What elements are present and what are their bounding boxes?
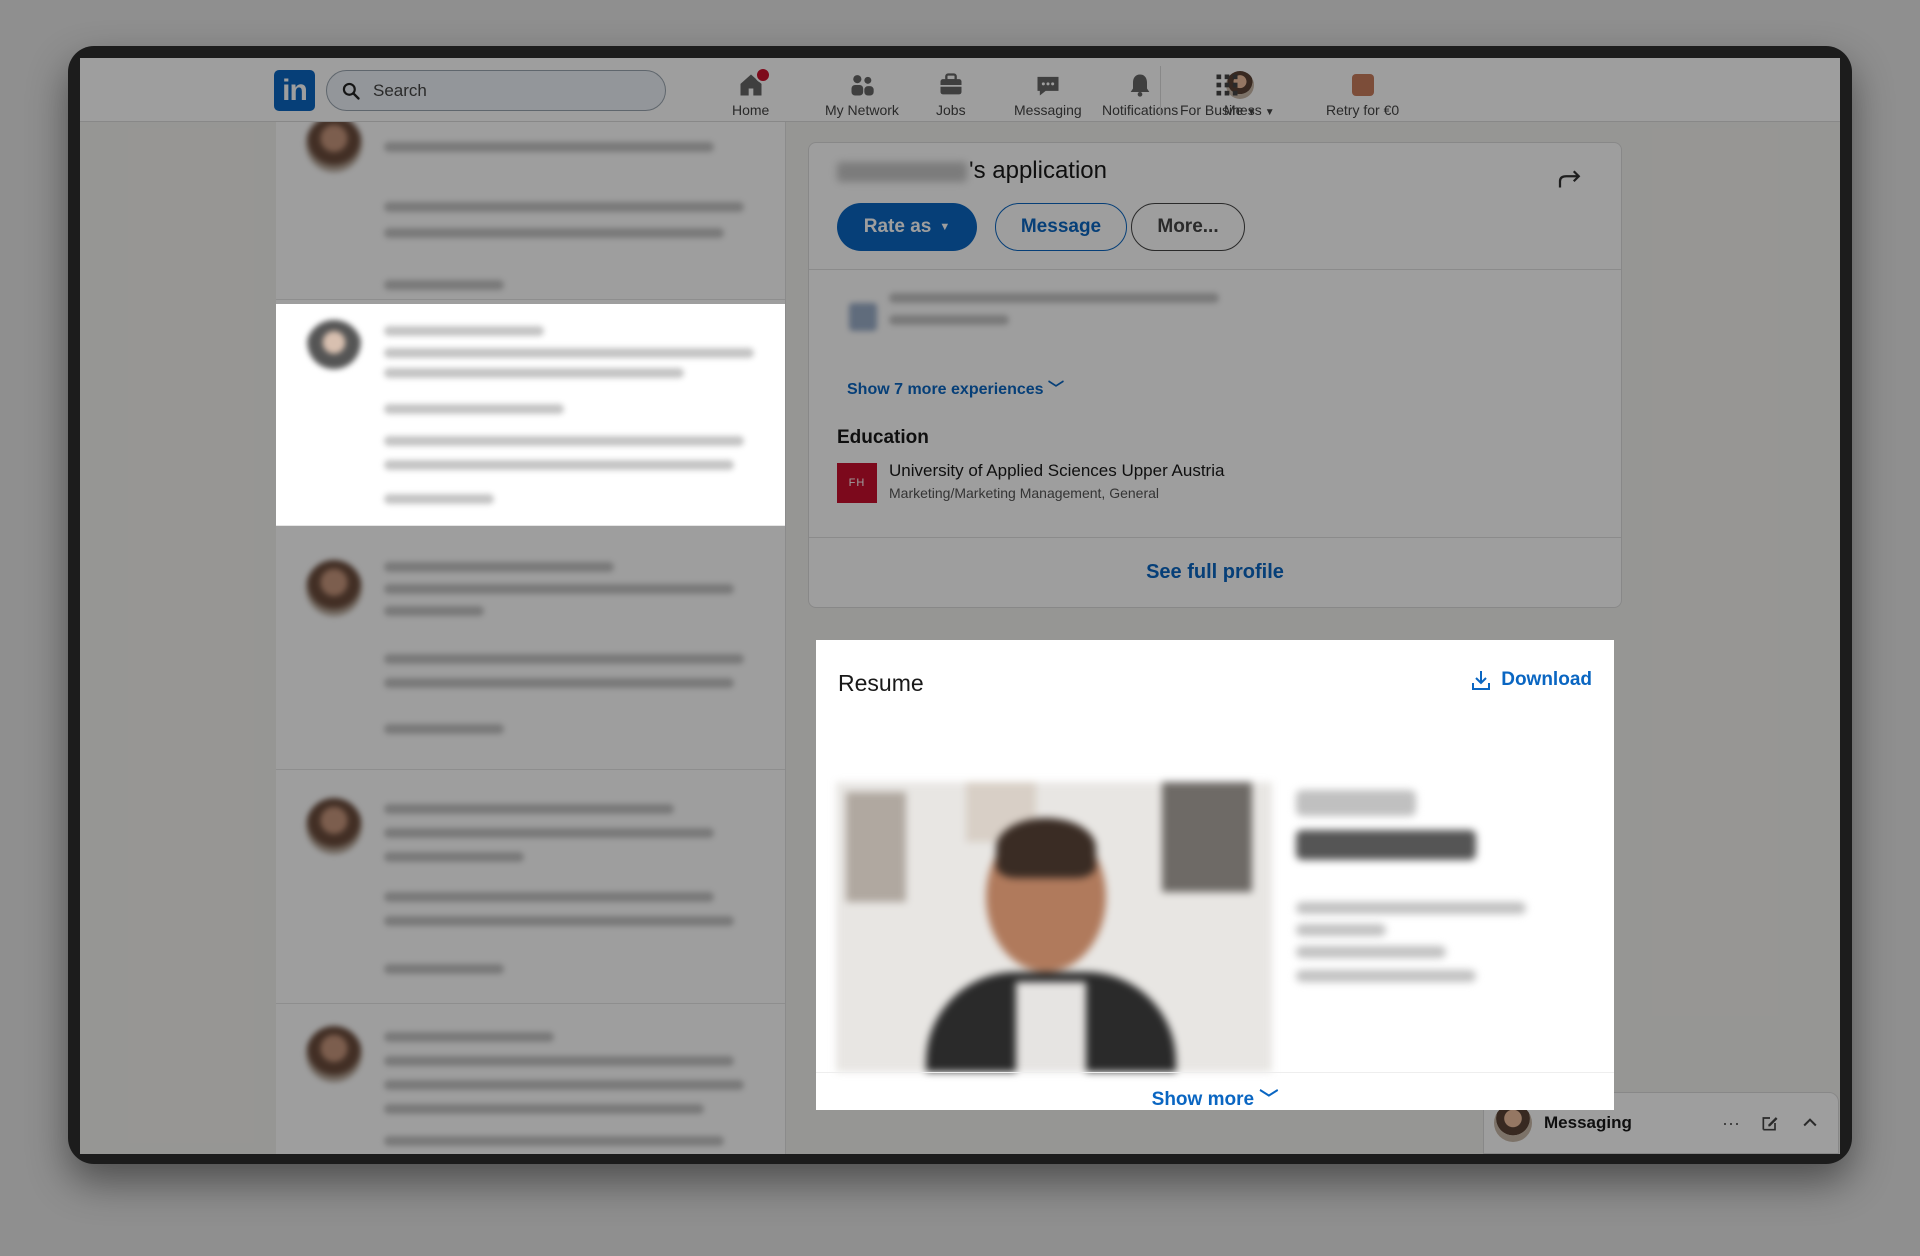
avatar [306, 1026, 362, 1082]
search-input[interactable]: Search [326, 70, 666, 111]
candidate-list [276, 122, 786, 1154]
compose-icon[interactable] [1760, 1113, 1780, 1133]
share-icon[interactable] [1555, 165, 1585, 195]
browser-screen: in Search Home My Network Jobs Messaging… [80, 58, 1840, 1154]
rate-as-label: Rate as [863, 216, 932, 237]
search-icon [342, 82, 360, 100]
more-options-icon[interactable]: ··· [1722, 1113, 1740, 1134]
resume-title: Resume [838, 670, 924, 696]
avatar [306, 320, 362, 376]
nav-messaging-label: Messaging [1014, 102, 1082, 118]
nav-messaging[interactable]: Messaging [1014, 64, 1082, 118]
linkedin-logo[interactable]: in [274, 70, 315, 111]
caret-down-icon: ▼ [939, 221, 951, 233]
grid-icon [1216, 74, 1238, 96]
download-label: Download [1501, 669, 1592, 690]
list-item[interactable] [276, 540, 785, 770]
nav-home-label: Home [732, 102, 770, 118]
bell-icon [1130, 74, 1150, 97]
nav-jobs-label: Jobs [936, 102, 966, 118]
divider [809, 537, 1621, 538]
nav-for-business-label: For Business [1180, 102, 1262, 118]
chevron-up-icon[interactable] [1800, 1113, 1820, 1133]
caret-down-icon: ▼ [1264, 107, 1275, 118]
list-item-selected[interactable] [276, 304, 785, 526]
nav-for-business[interactable]: For Business ▼ [1180, 64, 1275, 118]
divider [816, 1072, 1614, 1073]
school-name: University of Applied Sciences Upper Aus… [889, 461, 1225, 480]
nav-my-network[interactable]: My Network [825, 64, 899, 118]
resume-preview-photo [836, 782, 1272, 1072]
premium-icon [1351, 74, 1374, 96]
nav-premium[interactable]: Retry for €0 [1326, 64, 1399, 118]
application-title-suffix: 's application [969, 157, 1107, 184]
nav-jobs[interactable]: Jobs [936, 64, 966, 118]
avatar [306, 122, 362, 172]
application-title: 's application [837, 157, 1107, 185]
resume-card: Resume Download Show more ﹀ [816, 640, 1614, 1110]
rate-as-button[interactable]: Rate as ▼ [837, 203, 977, 251]
download-button[interactable]: Download [1469, 668, 1592, 692]
school-logo: FH [837, 463, 877, 503]
show-more-link[interactable]: Show more ﹀ [816, 1084, 1614, 1111]
nav-notifications[interactable]: Notifications [1102, 64, 1178, 118]
show-more-experiences-link[interactable]: Show 7 more experiences ﹀ [847, 375, 1064, 399]
divider [809, 269, 1621, 270]
download-icon [1472, 671, 1491, 690]
jobs-icon [940, 73, 962, 95]
company-logo [849, 303, 877, 331]
search-placeholder: Search [373, 80, 427, 100]
messaging-title: Messaging [1544, 1113, 1632, 1132]
show-more-experiences-label: Show 7 more experiences [847, 381, 1044, 398]
list-item[interactable] [276, 774, 785, 1004]
network-icon [851, 75, 874, 96]
see-full-profile-link[interactable]: See full profile [809, 561, 1621, 584]
list-item[interactable] [276, 1006, 785, 1154]
nav-notifications-label: Notifications [1102, 102, 1179, 118]
education-heading: Education [837, 427, 929, 448]
application-card: 's application Rate as ▼ Message More...… [808, 142, 1622, 608]
messaging-icon [1037, 76, 1059, 96]
chevron-down-icon: ﹀ [1047, 381, 1064, 398]
avatar [306, 560, 362, 616]
nav-premium-label: Retry for €0 [1326, 102, 1400, 118]
degree-field: Marketing/Marketing Management, General [889, 485, 1160, 501]
nav-divider [1160, 66, 1161, 116]
top-navigation: in Search Home My Network Jobs Messaging… [80, 58, 1840, 122]
show-more-label: Show more [1151, 1089, 1255, 1110]
nav-home[interactable]: Home [732, 64, 771, 118]
chevron-down-icon: ﹀ [1259, 1089, 1279, 1110]
list-item[interactable] [276, 122, 785, 300]
more-button[interactable]: More... [1131, 203, 1245, 251]
candidate-name-redacted [837, 161, 967, 182]
avatar [306, 798, 362, 854]
nav-my-network-label: My Network [825, 102, 899, 118]
notification-badge [754, 67, 771, 83]
message-button[interactable]: Message [995, 203, 1127, 251]
